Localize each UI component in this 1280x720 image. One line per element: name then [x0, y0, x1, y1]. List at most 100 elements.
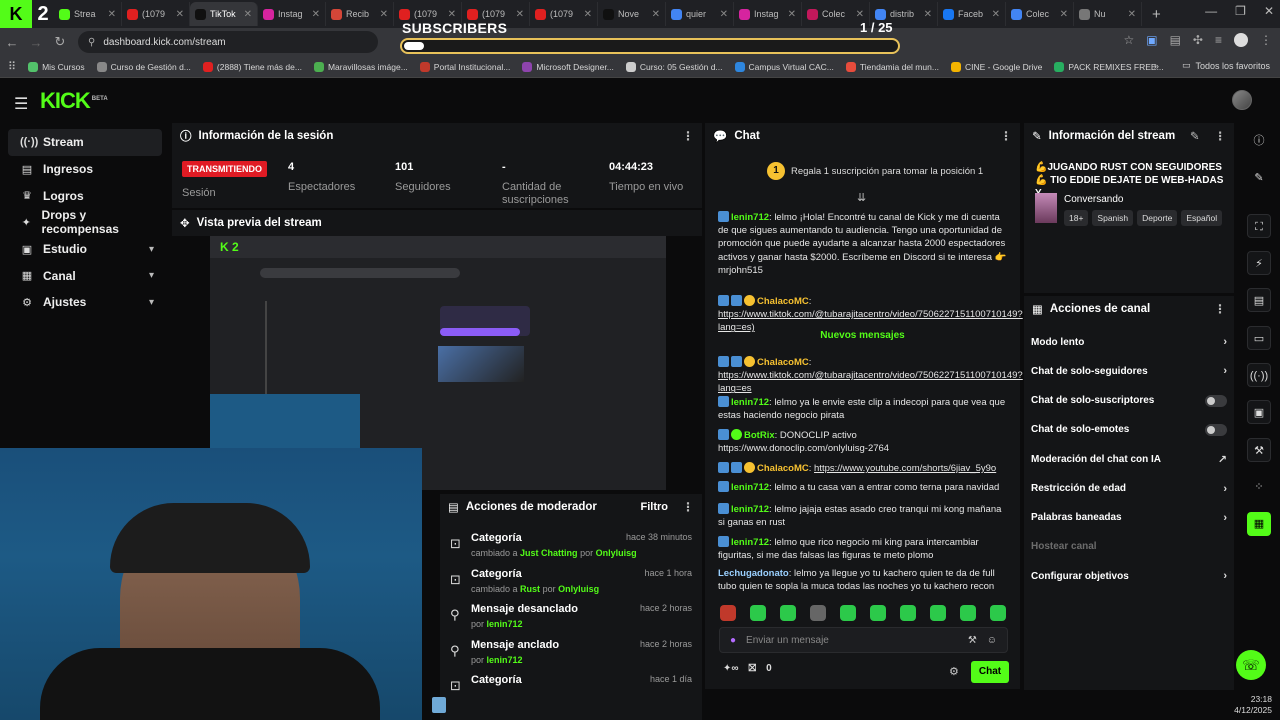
browser-tab[interactable]: Strea ✕	[54, 2, 122, 26]
bookmark-item[interactable]: Campus Virtual CAC...	[729, 61, 840, 72]
wrench-icon[interactable]: ⚒	[1247, 438, 1271, 462]
points-icon[interactable]: ✦∞	[723, 663, 739, 674]
extension-icon[interactable]: ▣	[1146, 33, 1157, 47]
chat-username[interactable]: ChalacoMC	[757, 357, 809, 368]
broadcast-icon[interactable]: ((·))	[1247, 363, 1271, 387]
close-tab-icon[interactable]: ✕	[244, 9, 252, 20]
action-target[interactable]: Just Chatting	[520, 548, 578, 558]
browser-menu-icon[interactable]: ⋮	[1260, 33, 1272, 47]
browser-tab[interactable]: Instag ✕	[258, 2, 326, 26]
support-chat-icon[interactable]: ☏	[1236, 650, 1266, 680]
close-tab-icon[interactable]: ✕	[176, 9, 184, 20]
microphone-icon[interactable]: ●	[730, 635, 736, 646]
close-tab-icon[interactable]: ✕	[992, 9, 1000, 20]
chat-username[interactable]: ChalacoMC	[757, 296, 809, 307]
chat-link[interactable]: https://www.tiktok.com/@tubarajitacentro…	[718, 309, 1023, 333]
channel-action-modo-lento[interactable]: Modo lento ›	[1031, 336, 1227, 348]
browser-tab[interactable]: quier ✕	[666, 2, 734, 26]
close-tab-icon[interactable]: ✕	[1060, 9, 1068, 20]
green-panel-icon[interactable]: ▦	[1247, 512, 1271, 536]
sidebar-item-stream[interactable]: ((·)) Stream	[8, 129, 162, 156]
emote-icon[interactable]	[720, 605, 736, 621]
sidebar-item-ajustes[interactable]: ⚙ Ajustes ▾	[8, 289, 162, 316]
reload-icon[interactable]: ↻	[48, 34, 72, 50]
sidebar-item-ingresos[interactable]: ▤ Ingresos	[8, 156, 162, 183]
close-tab-icon[interactable]: ✕	[312, 9, 320, 20]
channel-action-chat-de-solo-suscriptores[interactable]: Chat de solo-suscriptores	[1031, 394, 1227, 407]
address-bar[interactable]: ⚲ dashboard.kick.com/stream	[78, 31, 378, 53]
emoji-icon[interactable]: ☺	[987, 635, 997, 646]
action-target[interactable]: lenin712	[487, 655, 523, 665]
bookmark-item[interactable]: Maravillosas imáge...	[308, 61, 414, 72]
close-tab-icon[interactable]: ✕	[1128, 9, 1136, 20]
media-icon[interactable]: ≡	[1215, 33, 1222, 47]
close-tab-icon[interactable]: ✕	[380, 9, 388, 20]
close-tab-icon[interactable]: ✕	[652, 9, 660, 20]
chat-input[interactable]: ● Enviar un mensaje ⚒ ☺	[719, 627, 1008, 653]
browser-tab[interactable]: Faceb ✕	[938, 2, 1006, 26]
close-tab-icon[interactable]: ✕	[448, 9, 456, 20]
chat-link[interactable]: https://www.youtube.com/shorts/6jiav_5y9…	[814, 463, 996, 474]
channel-action-chat-de-solo-seguidores[interactable]: Chat de solo-seguidores ›	[1031, 365, 1227, 377]
apps-icon[interactable]: ⠿	[8, 60, 16, 73]
chat-username[interactable]: lenin712	[731, 504, 769, 515]
chat-settings-icon[interactable]: ⚙	[949, 665, 959, 678]
chat-username[interactable]: lenin712	[731, 537, 769, 548]
minimize-icon[interactable]: —	[1205, 4, 1217, 18]
toggle-switch[interactable]	[1205, 423, 1227, 436]
bookmark-item[interactable]: PACK REMIXES FREE...	[1048, 61, 1169, 72]
browser-tab[interactable]: Instag ✕	[734, 2, 802, 26]
calculator-icon[interactable]	[432, 697, 446, 713]
channel-action-configurar-objetivos[interactable]: Configurar objetivos ›	[1031, 570, 1227, 582]
all-bookmarks[interactable]: » ▭ Todos los favoritos	[1154, 60, 1270, 71]
bookmark-item[interactable]: Portal Institucional...	[414, 61, 517, 72]
browser-tab[interactable]: (1079 ✕	[530, 2, 598, 26]
stream-tag[interactable]: Español	[1181, 210, 1223, 226]
bookmark-item[interactable]: Tiendamia del mun...	[840, 61, 945, 72]
emote-icon[interactable]	[840, 605, 856, 621]
browser-tab[interactable]: Recib ✕	[326, 2, 394, 26]
chat-username[interactable]: Lechugadonato	[718, 568, 789, 579]
close-tab-icon[interactable]: ✕	[720, 9, 728, 20]
emote-icon[interactable]	[900, 605, 916, 621]
emote-icon[interactable]	[810, 605, 826, 621]
layout-icon[interactable]: ▣	[1247, 400, 1271, 424]
close-tab-icon[interactable]: ✕	[924, 9, 932, 20]
close-tab-icon[interactable]: ✕	[516, 9, 524, 20]
command-icon[interactable]: ⚒	[968, 635, 977, 646]
close-icon[interactable]: ✕	[1264, 4, 1274, 18]
forward-icon[interactable]: →	[24, 35, 48, 50]
new-tab-icon[interactable]: +	[1152, 6, 1161, 23]
close-tab-icon[interactable]: ✕	[788, 9, 796, 20]
close-tab-icon[interactable]: ✕	[108, 9, 116, 20]
stream-tag[interactable]: 18+	[1064, 210, 1089, 226]
toggle-switch[interactable]	[1205, 394, 1227, 407]
kick-tab-logo[interactable]: K	[0, 0, 32, 28]
extensions-puzzle-icon[interactable]: ✣	[1193, 33, 1203, 47]
bookmark-item[interactable]: Mis Cursos	[22, 61, 91, 72]
moderation-icon[interactable]: ⛶	[1247, 214, 1271, 238]
close-tab-icon[interactable]: ✕	[856, 9, 864, 20]
action-user[interactable]: Onlyluisg	[596, 548, 637, 558]
browser-tab[interactable]: (1079 ✕	[122, 2, 190, 26]
bookmark-star-icon[interactable]: ☆	[1123, 33, 1134, 47]
more-options-icon[interactable]: ⋮	[682, 129, 694, 143]
channel-action-palabras-baneadas[interactable]: Palabras baneadas ›	[1031, 512, 1227, 524]
filter-button[interactable]: Filtro	[641, 494, 669, 520]
more-options-icon[interactable]: ⋮	[1214, 302, 1226, 316]
lightning-icon[interactable]: ⚡	[1247, 251, 1271, 275]
action-target[interactable]: Rust	[520, 584, 540, 594]
browser-tab[interactable]: Nove ✕	[598, 2, 666, 26]
sidebar-item-canal[interactable]: ▦ Canal ▾	[8, 262, 162, 289]
chat-username[interactable]: lenin712	[731, 397, 769, 408]
chat-username[interactable]: ChalacoMC	[757, 463, 809, 474]
browser-tab[interactable]: Nu ✕	[1074, 2, 1142, 26]
emote-icon[interactable]	[780, 605, 796, 621]
restore-icon[interactable]: ❐	[1235, 4, 1246, 18]
more-options-icon[interactable]: ⋮	[1215, 129, 1227, 143]
channel-action-moderación-del-chat-con-ia[interactable]: Moderación del chat con IA ↗	[1031, 453, 1227, 466]
kick-logo[interactable]: KICK BETA	[40, 88, 108, 114]
action-target[interactable]: lenin712	[487, 619, 523, 629]
emote-icon[interactable]	[960, 605, 976, 621]
browser-tab[interactable]: TikTok ✕	[190, 2, 258, 26]
